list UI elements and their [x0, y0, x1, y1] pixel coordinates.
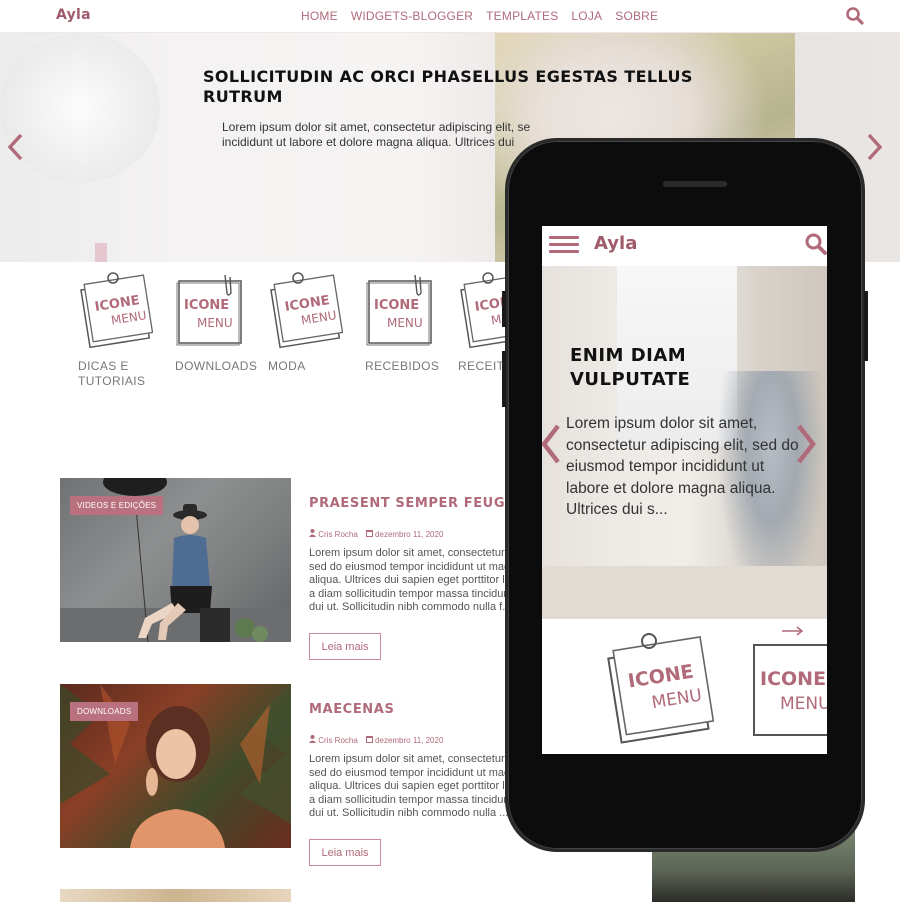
- category-item[interactable]: ICONE MENU DOWNLOADS: [175, 271, 270, 374]
- category-label: DICAS E TUTORIAIS: [78, 359, 146, 388]
- category-label: MODA: [268, 359, 306, 373]
- search-icon[interactable]: [804, 232, 827, 256]
- category-note-icon: ICONE MENU: [270, 272, 343, 349]
- chevron-right-icon[interactable]: [866, 132, 884, 162]
- category-note-icon: ICONE MENU: [176, 274, 242, 346]
- slide-photo: [542, 566, 827, 619]
- post-excerpt: Lorem ipsum dolor sit amet, consectetur …: [309, 753, 523, 819]
- hero-background-decoration: [95, 243, 107, 262]
- svg-text:MENU: MENU: [197, 316, 233, 330]
- post-category-tag[interactable]: DOWNLOADS: [70, 702, 139, 721]
- top-navbar: Ayla HOME WIDGETS-BLOGGER TEMPLATES LOJA…: [0, 0, 900, 33]
- category-note-icon: ICONE MENU: [80, 272, 153, 349]
- category-item[interactable]: ICONE MENU RECEBIDOS: [365, 271, 460, 374]
- nav-item-widgets-blogger[interactable]: WIDGETS-BLOGGER: [351, 9, 473, 23]
- post-thumbnail[interactable]: DOWNLOADS: [60, 684, 291, 848]
- mobile-header: Ayla: [542, 226, 827, 266]
- main-menu: HOME WIDGETS-BLOGGER TEMPLATES LOJA SOBR…: [301, 9, 658, 23]
- read-more-button[interactable]: Leia mais: [309, 633, 381, 660]
- nav-item-sobre[interactable]: SOBRE: [615, 9, 658, 23]
- search-icon[interactable]: [845, 6, 865, 26]
- chevron-left-icon[interactable]: [6, 132, 24, 162]
- mobile-logo[interactable]: Ayla: [594, 233, 637, 254]
- category-note-icon: ICONE MENU: [366, 274, 432, 346]
- mobile-screen: Ayla ENIM DIAM VULPUTATE Lorem ipsum dol…: [542, 226, 827, 754]
- phone-button: [864, 291, 868, 361]
- hero-text: Lorem ipsum dolor sit amet, consectetur …: [222, 120, 531, 149]
- mobile-slide-title[interactable]: ENIM DIAM VULPUTATE: [570, 344, 770, 392]
- mobile-category-carousel: ICONE MENU ICONE MENU: [542, 619, 827, 754]
- nav-item-templates[interactable]: TEMPLATES: [486, 9, 558, 23]
- chevron-left-icon[interactable]: [542, 423, 561, 465]
- category-note-icon[interactable]: ICONE MENU: [750, 641, 827, 741]
- calendar-icon: [365, 736, 373, 743]
- post-title[interactable]: MAECENAS: [309, 702, 394, 717]
- svg-text:MENU: MENU: [780, 694, 827, 714]
- post-date: dezembro 11, 2020: [365, 735, 443, 745]
- category-item[interactable]: ICONE MENU MODA: [268, 271, 363, 374]
- post-category-tag[interactable]: VIDEOS E EDIÇÕES: [70, 496, 164, 515]
- category-item[interactable]: ICONE MENU DICAS E TUTORIAIS: [78, 271, 173, 389]
- post-thumbnail[interactable]: [60, 889, 291, 902]
- phone-button: [502, 291, 506, 327]
- svg-text:MENU: MENU: [387, 316, 423, 330]
- user-icon: [309, 735, 316, 743]
- nav-item-home[interactable]: HOME: [301, 9, 338, 23]
- hero-title[interactable]: SOLLICITUDIN AC ORCI PHASELLUS EGESTAS T…: [203, 67, 703, 107]
- site-logo[interactable]: Ayla: [56, 7, 91, 23]
- phone-speaker: [663, 181, 727, 187]
- mobile-slide-text: Lorem ipsum dolor sit amet, consectetur …: [566, 415, 799, 518]
- svg-text:ICONE: ICONE: [760, 668, 826, 690]
- hamburger-icon[interactable]: [549, 233, 579, 257]
- post-author[interactable]: Cris Rocha: [309, 735, 358, 745]
- post-meta: Cris Rocha dezembro 11, 2020: [309, 529, 443, 539]
- svg-text:ICONE: ICONE: [374, 298, 419, 313]
- hero-background-decoration: [0, 33, 160, 183]
- category-label: RECEBIDOS: [365, 359, 440, 373]
- category-label: DOWNLOADS: [175, 359, 258, 373]
- phone-button: [502, 351, 506, 407]
- user-icon: [309, 529, 316, 537]
- category-note-icon[interactable]: ICONE MENU: [604, 631, 714, 746]
- chevron-right-icon[interactable]: [796, 423, 818, 465]
- nav-item-loja[interactable]: LOJA: [571, 9, 602, 23]
- post-excerpt: Lorem ipsum dolor sit amet, consectetur …: [309, 547, 523, 613]
- post-title[interactable]: PRAESENT SEMPER FEUGIAT: [309, 496, 530, 511]
- post-date: dezembro 11, 2020: [365, 529, 443, 539]
- svg-text:ICONE: ICONE: [184, 298, 229, 313]
- post-author[interactable]: Cris Rocha: [309, 529, 358, 539]
- read-more-button[interactable]: Leia mais: [309, 839, 381, 866]
- post-thumbnail[interactable]: VIDEOS E EDIÇÕES: [60, 478, 291, 642]
- arrow-right-icon[interactable]: [782, 626, 804, 636]
- post-meta: Cris Rocha dezembro 11, 2020: [309, 735, 443, 745]
- calendar-icon: [365, 530, 373, 537]
